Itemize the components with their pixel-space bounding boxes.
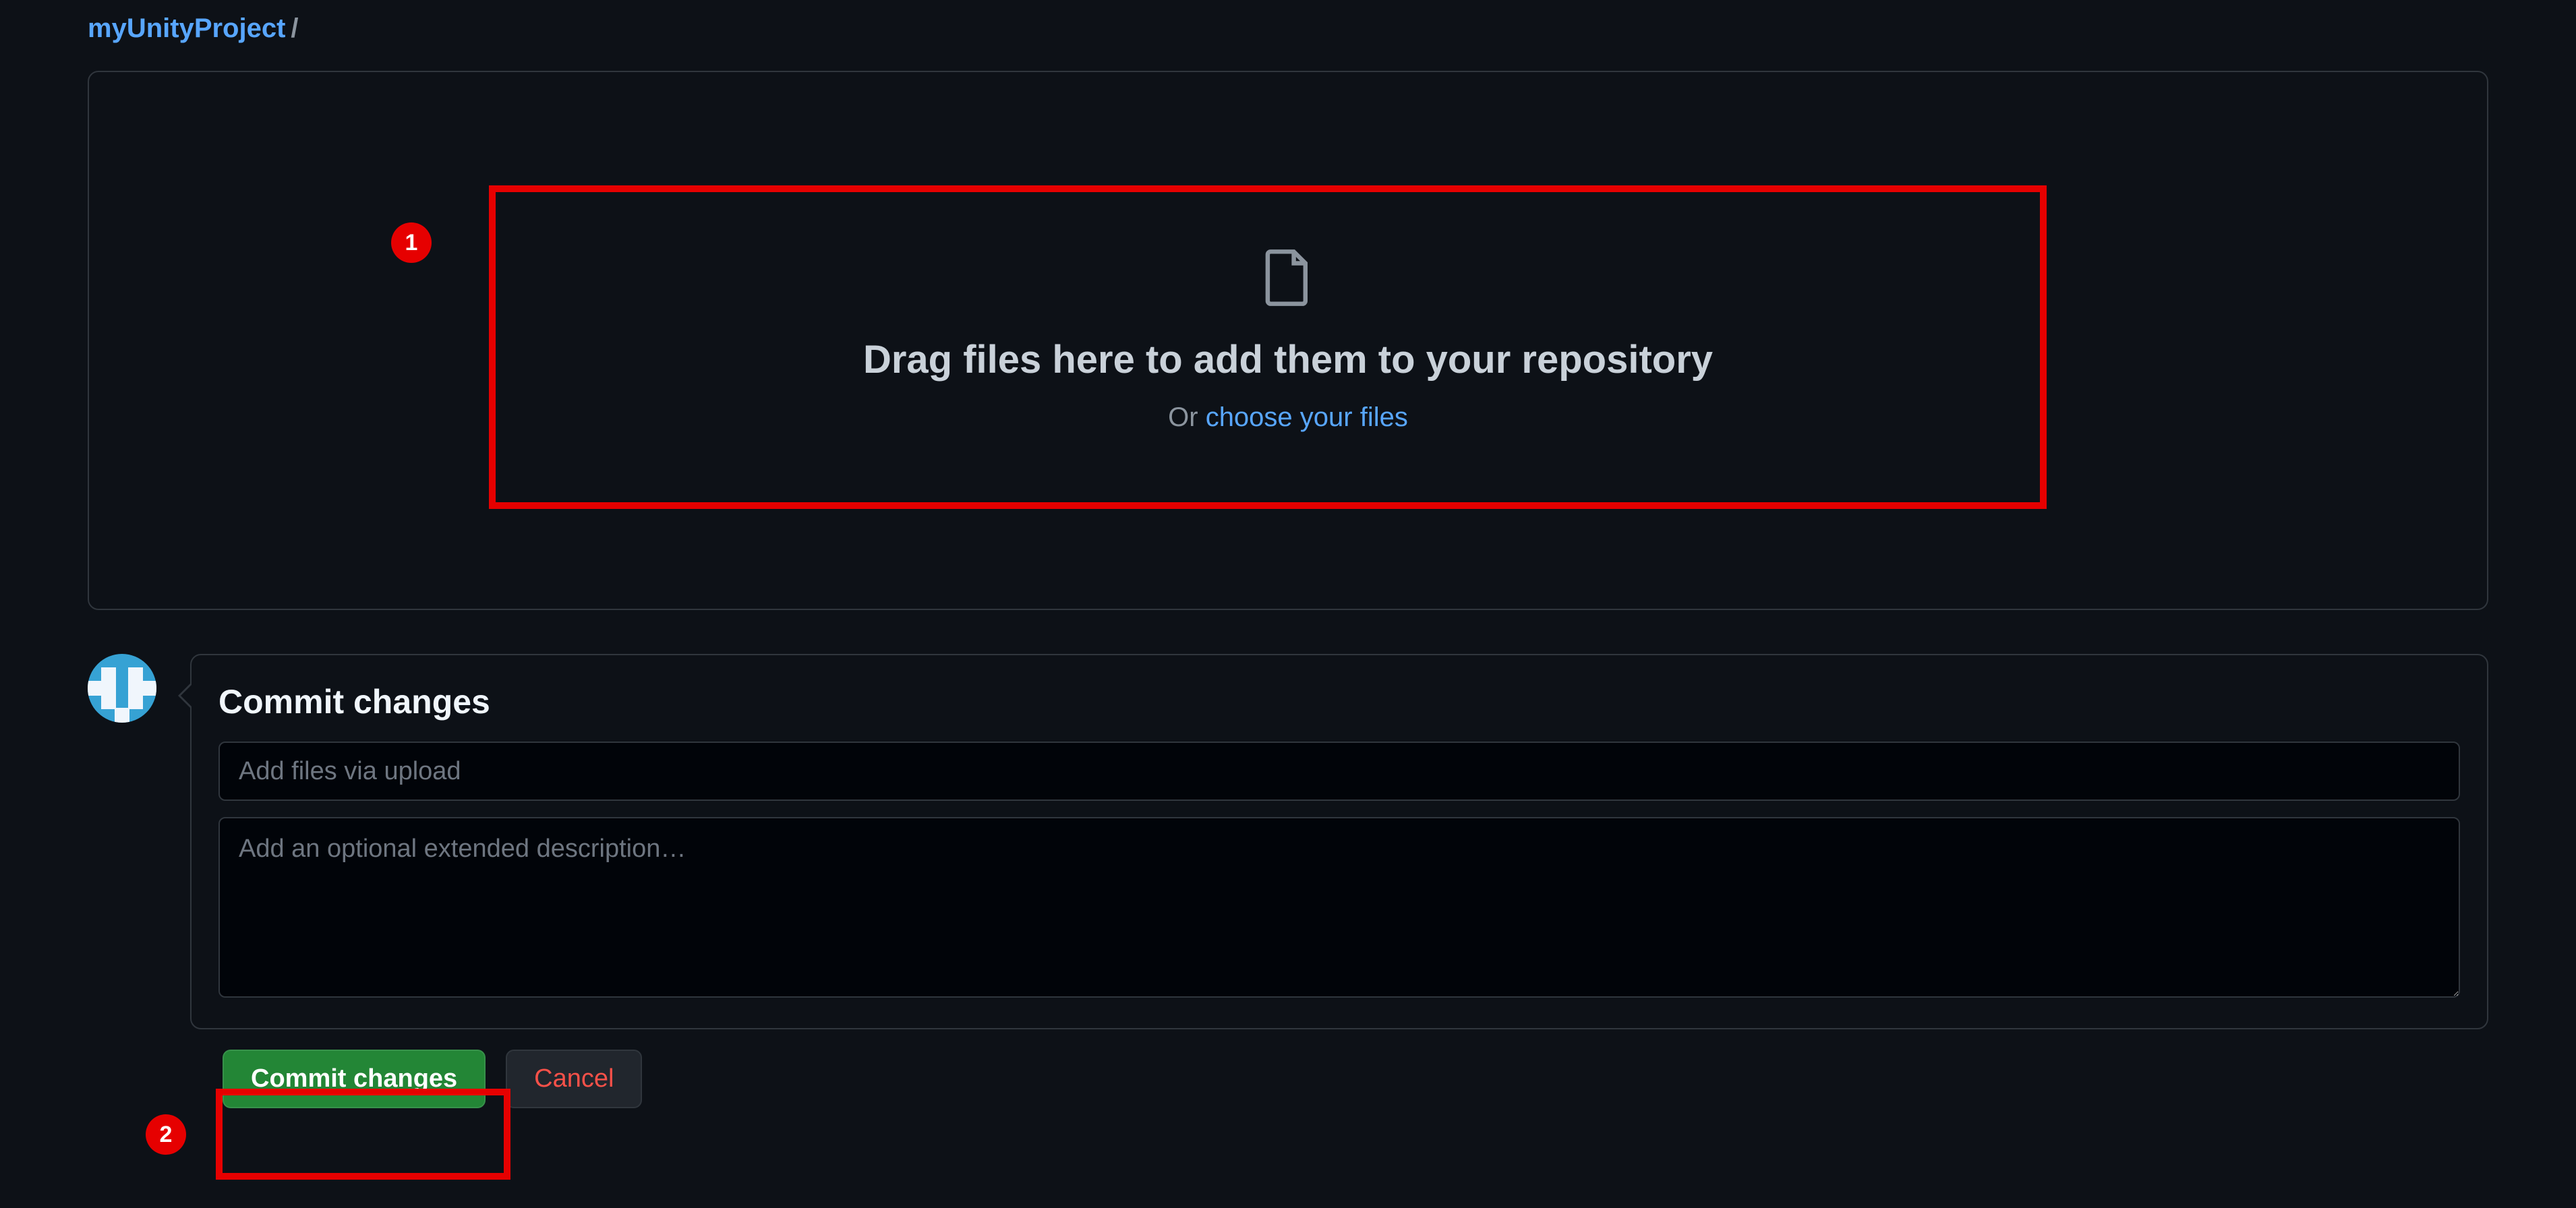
breadcrumb: myUnityProject / — [88, 13, 2488, 44]
repo-link[interactable]: myUnityProject — [88, 13, 285, 44]
breadcrumb-separator: / — [291, 13, 298, 44]
commit-heading: Commit changes — [218, 682, 2460, 721]
avatar — [88, 654, 156, 723]
cancel-button[interactable]: Cancel — [506, 1050, 642, 1108]
file-icon — [1264, 249, 1312, 310]
commit-description-input[interactable] — [218, 817, 2460, 998]
commit-changes-button[interactable]: Commit changes — [223, 1050, 486, 1108]
or-text: Or — [1168, 402, 1206, 432]
commit-summary-input[interactable] — [218, 742, 2460, 801]
drag-files-heading: Drag files here to add them to your repo… — [863, 337, 1713, 382]
upload-dropzone[interactable]: Drag files here to add them to your repo… — [88, 71, 2488, 610]
or-choose-line: Or choose your files — [1168, 402, 1408, 433]
commit-form: Commit changes — [190, 654, 2488, 1029]
choose-files-link[interactable]: choose your files — [1206, 402, 1408, 432]
